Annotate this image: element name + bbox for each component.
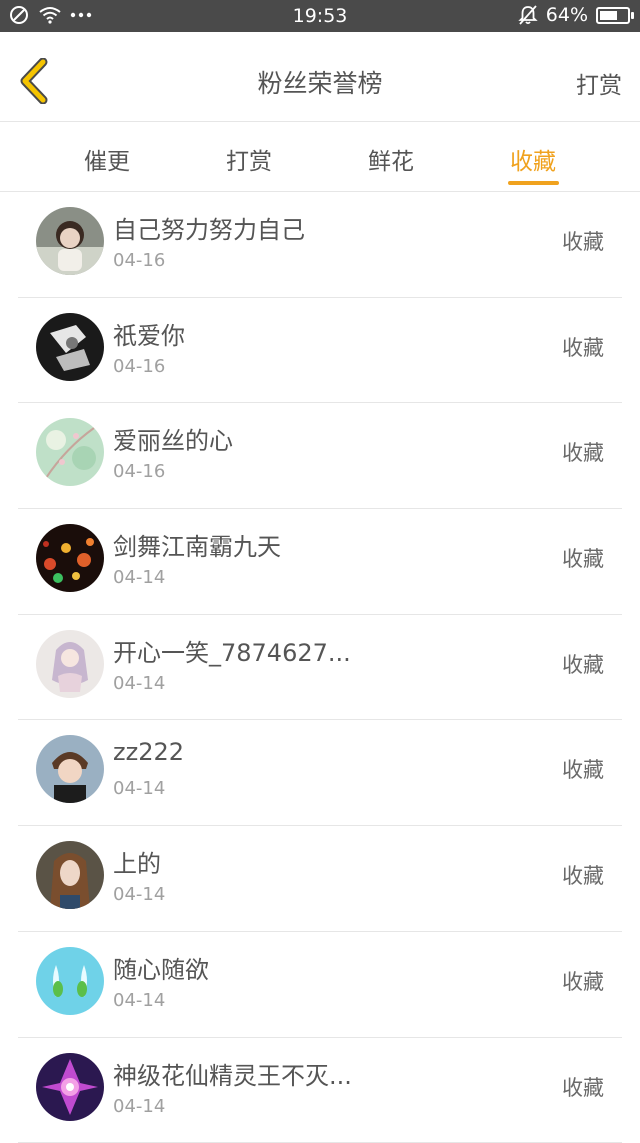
avatar [36, 735, 104, 803]
avatar [36, 947, 104, 1015]
type-label: 收藏 [562, 966, 604, 996]
date-label: 04-14 [113, 1096, 165, 1117]
battery-fill [600, 11, 617, 20]
battery-icon [596, 7, 630, 24]
user-name: 开心一笑_7874627... [113, 633, 351, 668]
list-item[interactable]: 自己努力努力自己 04-16 收藏 [0, 192, 640, 298]
type-label: 收藏 [562, 543, 604, 573]
list-item[interactable]: 神级花仙精灵王不灭... 04-14 收藏 [0, 1038, 640, 1143]
avatar [36, 207, 104, 275]
list-item[interactable]: 剑舞江南霸九天 04-14 收藏 [0, 509, 640, 615]
tab-reward[interactable]: 打赏 [194, 142, 304, 176]
user-name: zz222 [113, 738, 184, 766]
type-label: 收藏 [562, 437, 604, 467]
date-label: 04-14 [113, 673, 165, 694]
list-item[interactable]: 上的 04-14 收藏 [0, 826, 640, 932]
date-label: 04-16 [113, 250, 165, 271]
list-item[interactable]: 爱丽丝的心 04-16 收藏 [0, 403, 640, 509]
avatar [36, 313, 104, 381]
user-name: 上的 [113, 844, 161, 879]
type-label: 收藏 [562, 226, 604, 256]
battery-percent: 64% [546, 4, 588, 26]
status-right: 64% [518, 4, 630, 26]
avatar [36, 524, 104, 592]
user-name: 祇爱你 [113, 316, 185, 351]
status-bar: 19:53 64% [0, 0, 640, 32]
type-label: 收藏 [562, 332, 604, 362]
avatar [36, 418, 104, 486]
date-label: 04-14 [113, 567, 165, 588]
user-name: 自己努力努力自己 [113, 210, 305, 245]
type-label: 收藏 [562, 754, 604, 784]
user-name: 神级花仙精灵王不灭... [113, 1056, 352, 1091]
user-name: 随心随欲 [113, 950, 209, 985]
date-label: 04-14 [113, 778, 165, 799]
date-label: 04-16 [113, 356, 165, 377]
list-item[interactable]: 随心随欲 04-14 收藏 [0, 932, 640, 1038]
type-label: 收藏 [562, 860, 604, 890]
top-nav-bar: 粉丝荣誉榜 打赏 [0, 32, 640, 122]
bell-off-icon [518, 4, 538, 26]
list-item[interactable]: 开心一笑_7874627... 04-14 收藏 [0, 615, 640, 721]
date-label: 04-16 [113, 461, 165, 482]
user-name: 爱丽丝的心 [113, 421, 233, 456]
reward-action-button[interactable]: 打赏 [576, 66, 622, 100]
list-item[interactable]: zz222 04-14 收藏 [0, 720, 640, 826]
type-label: 收藏 [562, 649, 604, 679]
favorites-list: 自己努力努力自己 04-16 收藏 祇爱你 04-16 收藏 [0, 192, 640, 1143]
avatar [36, 841, 104, 909]
list-item[interactable]: 祇爱你 04-16 收藏 [0, 298, 640, 404]
date-label: 04-14 [113, 884, 165, 905]
user-name: 剑舞江南霸九天 [113, 527, 281, 562]
tab-urge[interactable]: 催更 [52, 142, 162, 176]
date-label: 04-14 [113, 990, 165, 1011]
tab-flowers[interactable]: 鲜花 [336, 142, 446, 176]
avatar [36, 1053, 104, 1121]
type-label: 收藏 [562, 1072, 604, 1102]
page-title: 粉丝荣誉榜 [0, 64, 640, 100]
tab-favorites[interactable]: 收藏 [478, 142, 588, 176]
active-tab-indicator [508, 181, 559, 185]
avatar [36, 630, 104, 698]
